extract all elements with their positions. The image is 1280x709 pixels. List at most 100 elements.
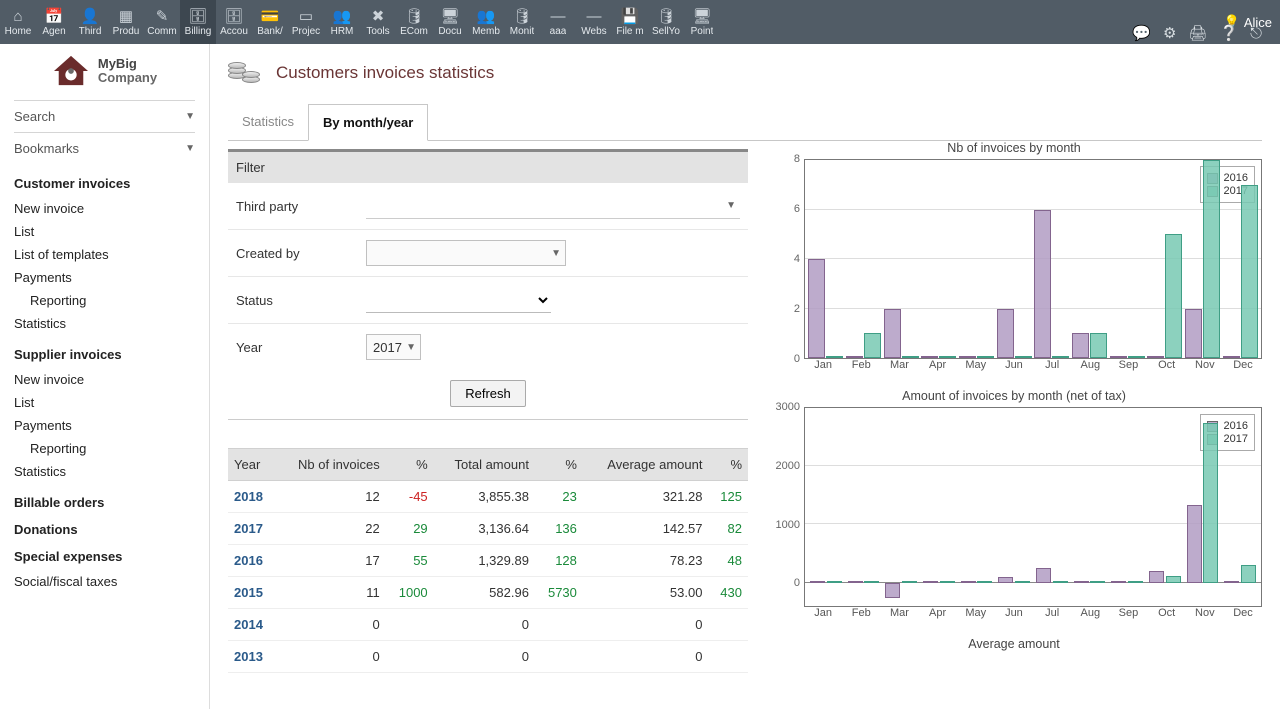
- nav-third[interactable]: 👤 Third: [72, 0, 108, 44]
- cell: 0: [276, 641, 386, 673]
- help-icon[interactable]: ❔: [1219, 24, 1238, 42]
- table-row: 201812-453,855.3823321.28125: [228, 481, 748, 513]
- nav-icon: 👥: [477, 8, 496, 26]
- sidebar-item[interactable]: List: [14, 391, 195, 414]
- table-row: 201617551,329.8912878.2348: [228, 545, 748, 577]
- bar: [902, 356, 919, 358]
- sidebar-item[interactable]: New invoice: [14, 368, 195, 391]
- nav-sellyo[interactable]: 🛢 SellYo: [648, 0, 684, 44]
- nav-icon: —: [587, 8, 602, 26]
- cell: -45: [386, 481, 434, 513]
- year-select[interactable]: 2017 ▼: [366, 334, 421, 360]
- createdby-select[interactable]: ▼: [366, 240, 566, 266]
- year-link[interactable]: 2014: [228, 609, 276, 641]
- table-row: 2015111000582.96573053.00430: [228, 577, 748, 609]
- logo-line2: Company: [98, 71, 157, 85]
- bar: [1072, 333, 1089, 358]
- sidebar-subitem[interactable]: Reporting: [14, 437, 195, 460]
- refresh-button[interactable]: Refresh: [450, 380, 526, 407]
- year-link[interactable]: 2018: [228, 481, 276, 513]
- nav-icon: 🛢: [404, 8, 423, 26]
- sidebar-section[interactable]: Billable orders: [14, 495, 195, 510]
- chart1-title: Nb of invoices by month: [766, 141, 1262, 155]
- search-toggle[interactable]: Search ▼: [14, 100, 195, 132]
- sidebar-item[interactable]: Social/fiscal taxes: [14, 570, 195, 593]
- nav-icon: 🛢: [656, 8, 675, 26]
- main-panel: Customers invoices statistics Statistics…: [210, 44, 1280, 709]
- nav-comm[interactable]: ✎ Comm: [144, 0, 180, 44]
- print-icon[interactable]: 🖨: [1188, 24, 1207, 42]
- nav-aaa[interactable]: — aaa: [540, 0, 576, 44]
- nav-ecom[interactable]: 🛢 ECom: [396, 0, 432, 44]
- sidebar-section[interactable]: Special expenses: [14, 549, 195, 564]
- nav-projec[interactable]: ▭ Projec: [288, 0, 324, 44]
- sidebar-item[interactable]: List: [14, 220, 195, 243]
- year-link[interactable]: 2015: [228, 577, 276, 609]
- nav-point[interactable]: 🖥 Point: [684, 0, 720, 44]
- nav-hrm[interactable]: 👥 HRM: [324, 0, 360, 44]
- search-label: Search: [14, 109, 55, 124]
- sidebar-subitem[interactable]: Reporting: [14, 289, 195, 312]
- chevron-down-icon: ▼: [726, 200, 736, 211]
- nav-label: Webs: [581, 26, 606, 37]
- table-header: Average amount: [583, 449, 709, 481]
- bar: [1128, 581, 1143, 583]
- nav-monit[interactable]: 🛢 Monit: [504, 0, 540, 44]
- year-link[interactable]: 2013: [228, 641, 276, 673]
- logo-line1: MyBig: [98, 57, 157, 71]
- sidebar-item[interactable]: Statistics: [14, 312, 195, 335]
- sidebar-item[interactable]: Payments: [14, 266, 195, 289]
- bar: [810, 581, 825, 583]
- sidebar-item[interactable]: List of templates: [14, 243, 195, 266]
- nav-docu[interactable]: 🖥 Docu: [432, 0, 468, 44]
- chat-icon[interactable]: 💬: [1132, 24, 1151, 42]
- nav-webs[interactable]: — Webs: [576, 0, 612, 44]
- bar: [885, 583, 900, 599]
- thirdparty-select[interactable]: ▼: [366, 193, 740, 219]
- bar: [1165, 234, 1182, 358]
- nav-home[interactable]: ⌂ Home: [0, 0, 36, 44]
- bar: [940, 581, 955, 583]
- bug-icon[interactable]: ⚙: [1163, 24, 1176, 42]
- cell: 1000: [386, 577, 434, 609]
- cell: 321.28: [583, 481, 709, 513]
- nav-icon: —: [551, 8, 566, 26]
- cell: 29: [386, 513, 434, 545]
- bar: [1036, 568, 1051, 583]
- nav-agen[interactable]: 📅 Agen: [36, 0, 72, 44]
- nav-billing[interactable]: 🗄 Billing: [180, 0, 216, 44]
- nav-bank/[interactable]: 💳 Bank/: [252, 0, 288, 44]
- status-select[interactable]: [366, 287, 551, 313]
- sidebar-item[interactable]: Statistics: [14, 460, 195, 483]
- nav-icon: 👥: [333, 8, 352, 26]
- bar: [1053, 581, 1068, 583]
- chevron-down-icon: ▼: [185, 111, 195, 122]
- nav-label: Billing: [185, 26, 212, 37]
- table-header: Year: [228, 449, 276, 481]
- sidebar-item[interactable]: New invoice: [14, 197, 195, 220]
- nav-label: Projec: [292, 26, 320, 37]
- sidebar-section[interactable]: Customer invoices: [14, 176, 195, 191]
- logout-icon[interactable]: ⎋: [1250, 25, 1262, 42]
- nav-file m[interactable]: 💾 File m: [612, 0, 648, 44]
- tab-by-month-year[interactable]: By month/year: [308, 104, 428, 141]
- bookmarks-toggle[interactable]: Bookmarks ▼: [14, 132, 195, 164]
- year-link[interactable]: 2017: [228, 513, 276, 545]
- bar: [1149, 571, 1164, 583]
- cell: [708, 609, 748, 641]
- nav-tools[interactable]: ✖ Tools: [360, 0, 396, 44]
- nav-accou[interactable]: 🗄 Accou: [216, 0, 252, 44]
- bar: [1203, 423, 1218, 583]
- logo[interactable]: MyBig Company: [14, 54, 195, 88]
- nav-produ[interactable]: ▦ Produ: [108, 0, 144, 44]
- cell: [535, 609, 583, 641]
- filter-box: Filter Third party ▼ Created by: [228, 149, 748, 370]
- cell: 17: [276, 545, 386, 577]
- sidebar-section[interactable]: Donations: [14, 522, 195, 537]
- tab-statistics[interactable]: Statistics: [228, 104, 308, 140]
- nav-icon: ⌂: [13, 8, 22, 26]
- year-link[interactable]: 2016: [228, 545, 276, 577]
- nav-memb[interactable]: 👥 Memb: [468, 0, 504, 44]
- sidebar-section[interactable]: Supplier invoices: [14, 347, 195, 362]
- sidebar-item[interactable]: Payments: [14, 414, 195, 437]
